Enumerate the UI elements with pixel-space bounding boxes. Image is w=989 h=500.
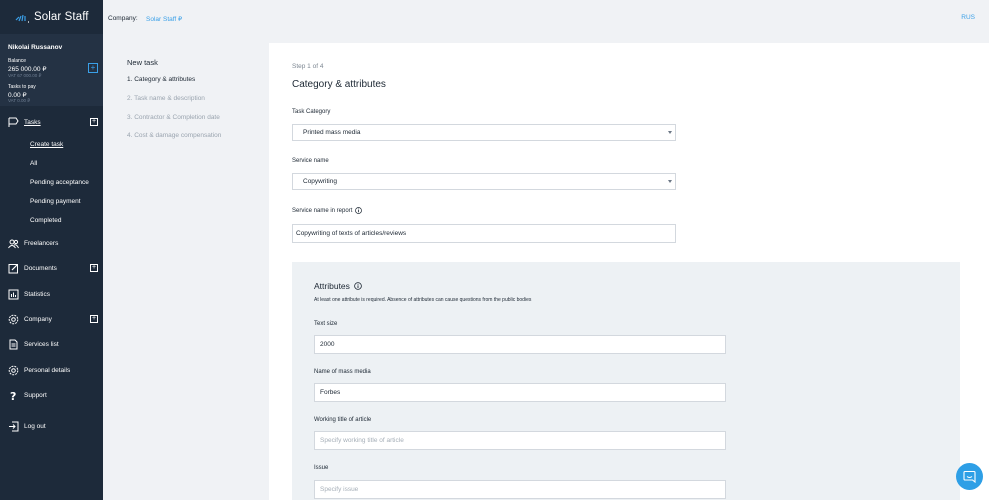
top-bar: Company: Solar Staff ₽ RUS [103,0,989,36]
balance-vat: VAT 67 000.00 ₽ [8,73,42,78]
sidebar-item-company[interactable]: Company + [0,309,103,329]
logo-text: Solar Staff [34,11,89,23]
issue-input[interactable]: Specify issue [314,480,726,499]
sidebar-item-label: Documents [24,264,57,272]
sidebar-item-label: Tasks [24,118,41,126]
info-icon[interactable] [355,207,363,214]
chevron-down-icon [668,180,672,183]
info-icon[interactable] [354,282,362,290]
sidebar-subitem-completed[interactable]: Completed [30,217,61,224]
task-category-label-text: Task Category [292,109,331,115]
user-block: Nikolai Russanov Balance 265 000.00 ₽ VA… [0,34,103,106]
sidebar-item-label: Freelancers [24,239,59,247]
attributes-title: Attributes [314,281,362,291]
page-title: Category & attributes [292,79,386,90]
add-balance-button[interactable]: + [88,63,98,73]
sidebar-item-label: Log out [24,422,46,430]
sidebar-item-label: Company [24,315,52,323]
balance-value: 265 000.00 ₽ [8,66,47,73]
step-2[interactable]: 2. Task name & description [127,95,205,102]
report-name-label-text: Service name in report [292,207,353,214]
working-title-input[interactable]: Specify working title of article [314,431,726,450]
sidebar-item-label: Personal details [24,366,71,374]
service-name-label-text: Service name [292,158,329,164]
sidebar-item-freelancers[interactable]: Freelancers [0,233,103,253]
attributes-panel: Attributes At least one attribute is req… [292,262,960,500]
chat-button[interactable] [956,463,983,490]
sidebar-subitem-pending-acceptance[interactable]: Pending acceptance [30,179,89,186]
balance-label: Balance [8,58,27,64]
log-out-icon [8,421,19,432]
personal-details-gear-icon [8,365,19,376]
sidebar-item-label: Support [24,391,47,399]
documents-edit-icon [8,263,19,274]
text-size-label: Text size [314,321,338,327]
company-gear-icon [8,314,19,325]
step-4[interactable]: 4. Cost & damage compensation [127,132,221,139]
step-counter: Step 1 of 4 [292,63,324,70]
task-category-value: Printed mass media [303,129,361,136]
mass-media-label: Name of mass media [314,369,371,375]
services-list-icon [8,339,19,350]
documents-expand-icon[interactable]: + [90,264,98,272]
mass-media-input[interactable]: Forbes [314,383,726,402]
service-name-value: Copywriting [303,178,337,185]
service-name-label: Service name [292,158,329,164]
sidebar-item-label: Services list [24,340,59,348]
company-link[interactable]: Solar Staff ₽ [146,15,182,23]
sidebar-subitem-all[interactable]: All [30,160,37,167]
sun-logo-icon [15,14,29,23]
sidebar-item-label: Statistics [24,290,51,298]
service-name-select[interactable]: Copywriting [292,173,676,190]
sidebar-item-documents[interactable]: Documents + [0,258,103,278]
step-1[interactable]: 1. Category & attributes [127,76,195,83]
report-name-label: Service name in report [292,207,363,214]
sidebar-item-support[interactable]: ? Support [0,385,103,405]
attributes-title-text: Attributes [314,281,350,291]
form-card: Step 1 of 4 Category & attributes Task C… [269,43,989,500]
logo[interactable]: Solar Staff [14,10,89,24]
sidebar: Solar Staff Nikolai Russanov Balance 265… [0,0,103,500]
language-switch[interactable]: RUS [961,14,975,21]
steps-title: New task [127,58,158,67]
tasks-to-pay-label: Tasks to pay [8,84,36,90]
tasks-expand-icon[interactable]: + [90,118,98,126]
task-category-select[interactable]: Printed mass media [292,124,676,141]
company-label: Company: [108,15,138,22]
issue-label: Issue [314,465,329,471]
working-title-placeholder: Specify working title of article [320,437,404,444]
sidebar-item-personal-details[interactable]: Personal details [0,360,103,380]
sidebar-item-services-list[interactable]: Services list [0,334,103,354]
tasks-to-pay-vat: VAT 0.00 ₽ [8,98,31,103]
working-title-label: Working title of article [314,417,372,423]
tasks-flag-icon [8,117,19,128]
sidebar-item-statistics[interactable]: Statistics [0,284,103,304]
chevron-down-icon [668,131,672,134]
attributes-note: At least one attribute is required. Abse… [314,297,532,303]
user-name[interactable]: Nikolai Russanov [8,44,62,51]
chat-icon [963,470,976,483]
sidebar-subitem-create-task[interactable]: Create task [30,141,63,148]
company-expand-icon[interactable]: + [90,315,98,323]
question-icon: ? [8,390,19,401]
statistics-chart-icon [8,289,19,300]
issue-placeholder: Specify issue [320,486,359,493]
step-3[interactable]: 3. Contractor & Completion date [127,114,220,121]
sidebar-item-log-out[interactable]: Log out [0,416,103,436]
svg-text:?: ? [10,390,16,401]
text-size-input[interactable]: 2000 [314,335,726,354]
freelancers-icon [8,238,19,249]
report-name-input[interactable]: Copywriting of texts of articles/reviews [292,224,676,243]
sidebar-subitem-pending-payment[interactable]: Pending payment [30,198,81,205]
task-category-label: Task Category [292,109,330,115]
sidebar-item-tasks[interactable]: Tasks + [0,112,103,132]
